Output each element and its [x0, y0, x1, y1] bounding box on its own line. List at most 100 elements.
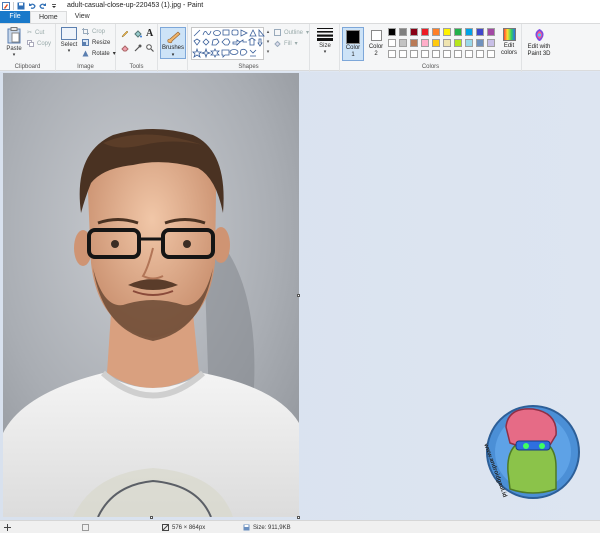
selection-size [82, 524, 89, 531]
palette-swatch[interactable] [421, 39, 429, 47]
color2-swatch [370, 30, 382, 41]
palette-swatch[interactable] [476, 50, 484, 58]
outline-icon [274, 29, 281, 36]
selection-icon [82, 524, 89, 531]
redo-icon[interactable] [39, 2, 47, 10]
image-group: Select ▾ Crop Resize Rotate ▾ Image [56, 24, 116, 72]
color1-number: 1 [351, 52, 355, 58]
color2-button[interactable]: Color 2 [366, 27, 386, 61]
save-icon[interactable] [17, 2, 25, 10]
palette-swatch[interactable] [421, 28, 429, 36]
rainbow-icon [502, 28, 516, 41]
colors-group: Color 1 Color 2 Edit colors Colors [340, 24, 522, 72]
outline-button[interactable]: Outline ▾ [274, 29, 309, 36]
tools-group-label: Tools [129, 64, 144, 70]
palette-swatch[interactable] [399, 50, 407, 58]
canvas-workspace[interactable]: www.androidgaul.id [0, 72, 600, 520]
color1-swatch [346, 30, 360, 44]
palette-swatch[interactable] [454, 39, 462, 47]
paint3d-label: Edit with [527, 44, 551, 50]
palette-swatch[interactable] [410, 28, 418, 36]
fill-label: Fill [284, 40, 292, 47]
file-size-text: Size: 911,9KB [253, 524, 291, 531]
copy-icon [27, 40, 34, 47]
size-group: Size ▾ [310, 24, 340, 72]
canvas-resize-handle-corner[interactable] [297, 516, 300, 519]
image-dimensions-text: 576 × 864px [172, 524, 206, 531]
fill-dropdown-icon: ▾ [294, 41, 298, 47]
tab-view[interactable]: View [67, 11, 98, 23]
edit-with-paint3d-button[interactable]: Edit with Paint 3D [523, 27, 555, 61]
line-size-icon [317, 28, 333, 41]
palette-swatch[interactable] [465, 50, 473, 58]
clipboard-group: Paste ▾ ✂ Cut Copy Clipboard [0, 24, 56, 72]
shapes-scroll[interactable]: ▴ ▾ ▾ [265, 27, 271, 60]
palette-swatch[interactable] [465, 39, 473, 47]
brushes-dropdown-icon[interactable]: ▾ [161, 52, 185, 58]
palette-swatch[interactable] [388, 39, 396, 47]
customize-quick-access-icon[interactable] [50, 2, 58, 10]
tab-file[interactable]: File [0, 11, 30, 23]
tab-home[interactable]: Home [30, 11, 67, 23]
paint-app-icon [2, 1, 10, 10]
watermark: www.androidgaul.id [478, 397, 588, 507]
paste-dropdown-icon[interactable]: ▾ [3, 52, 25, 58]
palette-swatch[interactable] [454, 50, 462, 58]
palette-swatch[interactable] [476, 28, 484, 36]
canvas-resize-handle-bottom[interactable] [150, 516, 153, 519]
palette-swatch[interactable] [443, 50, 451, 58]
palette-swatch[interactable] [432, 39, 440, 47]
palette-swatch[interactable] [443, 39, 451, 47]
canvas-resize-handle-right[interactable] [297, 294, 300, 297]
palette-swatch[interactable] [465, 28, 473, 36]
palette-swatch[interactable] [476, 39, 484, 47]
resize-button[interactable]: Resize [82, 39, 110, 46]
color1-button[interactable]: Color 1 [342, 27, 364, 61]
palette-swatch[interactable] [421, 50, 429, 58]
brushes-button[interactable]: Brushes ▾ [160, 27, 186, 59]
palette-swatch[interactable] [388, 28, 396, 36]
palette-swatch[interactable] [487, 39, 495, 47]
palette-swatch[interactable] [487, 50, 495, 58]
palette-swatch[interactable] [432, 28, 440, 36]
palette-swatch[interactable] [432, 50, 440, 58]
palette-swatch[interactable] [410, 50, 418, 58]
palette-swatch[interactable] [443, 28, 451, 36]
title-bar: adult-casual-close-up-220453 (1).jpg - P… [0, 0, 600, 11]
shapes-gallery[interactable] [191, 27, 265, 60]
copy-button[interactable]: Copy [27, 40, 51, 47]
palette-swatch[interactable] [410, 39, 418, 47]
fill-bucket-icon[interactable] [134, 30, 142, 38]
pencil-icon[interactable] [121, 30, 129, 38]
window-title: adult-casual-close-up-220453 (1).jpg - P… [67, 2, 204, 9]
clipboard-group-label: Clipboard [14, 64, 41, 70]
rotate-button[interactable]: Rotate ▾ [82, 50, 116, 57]
file-size: Size: 911,9KB [243, 524, 291, 531]
eraser-icon[interactable] [121, 44, 129, 52]
palette-swatch[interactable] [399, 28, 407, 36]
paste-button[interactable]: Paste ▾ [3, 27, 25, 58]
edit-colors-button[interactable]: Edit colors [498, 27, 520, 61]
image-canvas[interactable] [3, 73, 299, 517]
palette-swatch[interactable] [388, 50, 396, 58]
size-button[interactable]: Size ▾ [313, 27, 337, 55]
select-dropdown-icon[interactable]: ▾ [58, 48, 80, 54]
fill-icon [274, 40, 281, 47]
palette-swatch[interactable] [487, 28, 495, 36]
fill-button[interactable]: Fill ▾ [274, 40, 298, 47]
color2-number: 2 [374, 51, 378, 57]
paint3d-label-2: Paint 3D [527, 51, 551, 57]
edit-colors-label: Edit [503, 43, 515, 49]
crop-button[interactable]: Crop [82, 28, 105, 35]
text-tool-icon[interactable]: A [146, 28, 153, 39]
cut-button[interactable]: ✂ Cut [27, 29, 44, 37]
select-button[interactable]: Select ▾ [58, 27, 80, 54]
brushes-label: Brushes [161, 45, 184, 51]
palette-swatch[interactable] [454, 28, 462, 36]
palette-swatch[interactable] [399, 39, 407, 47]
color-picker-icon[interactable] [134, 44, 142, 52]
dimensions-icon [162, 524, 169, 531]
undo-icon[interactable] [28, 2, 36, 10]
crosshair-icon [4, 524, 11, 531]
magnifier-icon[interactable] [146, 44, 154, 52]
